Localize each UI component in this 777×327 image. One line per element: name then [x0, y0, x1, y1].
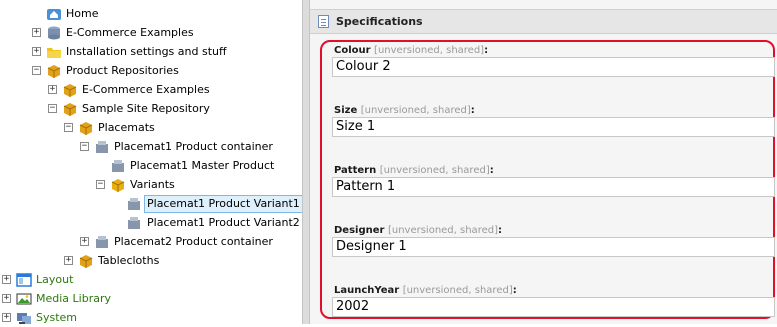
field-name: LaunchYear — [334, 285, 400, 296]
collapse-toggle[interactable]: − — [80, 142, 89, 151]
field-name: Size — [334, 105, 358, 116]
collapse-toggle[interactable]: − — [96, 180, 105, 189]
item-editor: Specifications Colour [unversioned, shar… — [310, 0, 777, 324]
expand-toggle[interactable]: + — [2, 275, 11, 284]
tree-label: E-Commerce Examples — [82, 83, 210, 96]
field-name: Colour — [334, 45, 371, 56]
expand-toggle[interactable]: + — [2, 313, 11, 322]
field-label-colour: Colour [unversioned, shared]: — [334, 45, 489, 56]
size-input[interactable]: Size 1 — [332, 117, 775, 137]
field-meta: [unversioned, shared] — [360, 105, 471, 116]
expand-toggle[interactable]: + — [80, 237, 89, 246]
box-icon — [111, 179, 125, 192]
tree-label: Layout — [36, 273, 74, 286]
section-header[interactable]: Specifications — [310, 9, 777, 34]
layout-icon — [16, 273, 32, 287]
tree-label: System — [36, 311, 78, 324]
tree-label: Media Library — [36, 292, 111, 305]
tree-label: Placemat1 Master Product — [130, 159, 275, 172]
product-icon — [96, 141, 108, 153]
tree-label: Placemat2 Product container — [114, 235, 273, 248]
box-icon — [79, 255, 93, 268]
box-icon — [47, 65, 61, 78]
field-label-launchyear: LaunchYear [unversioned, shared]: — [334, 285, 517, 296]
tree-label: Placemat1 Product Variant2 — [147, 216, 300, 229]
expand-toggle[interactable]: + — [32, 47, 41, 56]
field-meta: [unversioned, shared] — [374, 45, 485, 56]
tree-label: Home — [66, 7, 99, 20]
tree-label: Placemats — [98, 121, 155, 134]
collapse-toggle[interactable]: − — [32, 66, 41, 75]
collapse-toggle[interactable]: − — [64, 123, 73, 132]
tree-label-selected: Placemat1 Product Variant1 — [144, 195, 303, 213]
box-icon — [79, 122, 93, 135]
field-label-size: Size [unversioned, shared]: — [334, 105, 475, 116]
expand-toggle[interactable]: + — [64, 256, 73, 265]
collapse-toggle[interactable]: − — [48, 104, 57, 113]
pattern-input[interactable]: Pattern 1 — [332, 177, 775, 197]
tree-label: Variants — [130, 178, 175, 191]
folder-icon — [47, 48, 61, 58]
product-icon — [128, 217, 140, 229]
expand-toggle[interactable]: + — [2, 294, 11, 303]
content-tree: Home + E-Commerce Examples + Installatio… — [0, 0, 303, 324]
colour-input[interactable]: Colour 2 — [332, 57, 775, 77]
tree-label: Placemat1 Product container — [114, 140, 273, 153]
tree-label: Product Repositories — [66, 64, 179, 77]
field-meta: [unversioned, shared] — [402, 285, 513, 296]
expand-toggle[interactable]: + — [48, 85, 57, 94]
box-icon — [63, 103, 77, 116]
product-icon — [112, 160, 124, 172]
field-label-pattern: Pattern [unversioned, shared]: — [334, 165, 494, 176]
home-icon — [47, 9, 61, 20]
document-icon — [318, 15, 329, 28]
tree-label: Tablecloths — [98, 254, 160, 267]
product-icon — [96, 236, 108, 248]
box-icon — [63, 84, 77, 97]
tree-label: Installation settings and stuff — [66, 45, 227, 58]
field-name: Pattern — [334, 165, 377, 176]
field-meta: [unversioned, shared] — [387, 225, 498, 236]
image-icon — [16, 293, 32, 305]
database-icon — [48, 26, 60, 40]
expand-toggle[interactable]: + — [32, 28, 41, 37]
product-icon — [128, 198, 140, 210]
field-meta: [unversioned, shared] — [379, 165, 490, 176]
section-title: Specifications — [336, 15, 423, 28]
designer-input[interactable]: Designer 1 — [332, 237, 775, 257]
tree-label: E-Commerce Examples — [66, 26, 194, 39]
pane-splitter[interactable] — [302, 0, 310, 324]
field-label-designer: Designer [unversioned, shared]: — [334, 225, 502, 236]
tree-label: Sample Site Repository — [82, 102, 210, 115]
field-name: Designer — [334, 225, 385, 236]
launchyear-input[interactable]: 2002 — [332, 297, 775, 317]
